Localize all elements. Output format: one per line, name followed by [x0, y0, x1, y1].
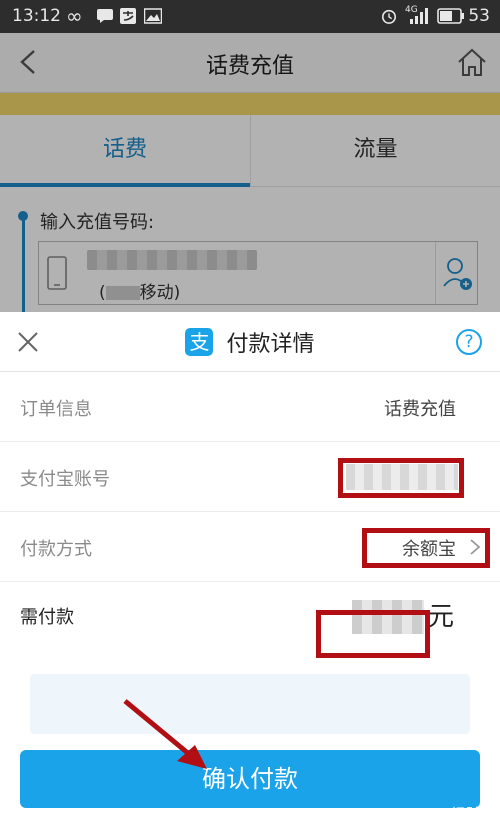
sheet-header: 支 付款详情 ? — [0, 312, 500, 372]
alipay-logo-icon: 支 — [185, 328, 214, 356]
order-info-label: 订单信息 — [20, 399, 92, 420]
status-time: 13:12 — [12, 6, 61, 26]
alipay-account-label: 支付宝账号 — [20, 469, 110, 490]
amount-unit: 元 — [427, 602, 454, 632]
help-icon[interactable]: ? — [456, 329, 482, 355]
highlight-frame-account — [338, 458, 464, 498]
highlight-frame-amount — [316, 610, 430, 658]
payment-sheet: 支 付款详情 ? 订单信息 话费充值 支付宝账号 付款方式 余额宝 需付款 元 … — [0, 312, 500, 833]
payment-method-row[interactable]: 付款方式 余额宝 — [0, 512, 500, 582]
battery-percent: 53 — [468, 6, 490, 26]
signal-icon — [410, 8, 428, 24]
alipay-status-icon — [120, 8, 136, 24]
image-icon — [144, 8, 162, 24]
amount-due-row: 需付款 元 — [0, 582, 500, 662]
sheet-title-group: 支 付款详情 — [0, 326, 500, 358]
annotation-arrow-icon — [123, 699, 207, 769]
order-info-value: 话费充值 — [384, 399, 456, 420]
alarm-icon — [381, 9, 397, 24]
payment-option-area — [30, 674, 470, 734]
battery-icon — [437, 8, 464, 24]
baidu-watermark: Bai 经验 — [419, 805, 482, 824]
amount-due-label: 需付款 — [20, 607, 74, 628]
status-bar: 13:12 ∞ 4G 53 — [0, 0, 500, 33]
highlight-frame-method — [362, 528, 490, 568]
message-icon — [97, 9, 113, 23]
infinity-icon: ∞ — [66, 4, 83, 28]
confirm-payment-button[interactable]: 确认付款 — [20, 750, 480, 808]
payment-method-label: 付款方式 — [20, 539, 92, 560]
alipay-account-row: 支付宝账号 — [0, 442, 500, 512]
sheet-title: 付款详情 — [226, 332, 315, 357]
order-info-row: 订单信息 话费充值 — [0, 372, 500, 442]
